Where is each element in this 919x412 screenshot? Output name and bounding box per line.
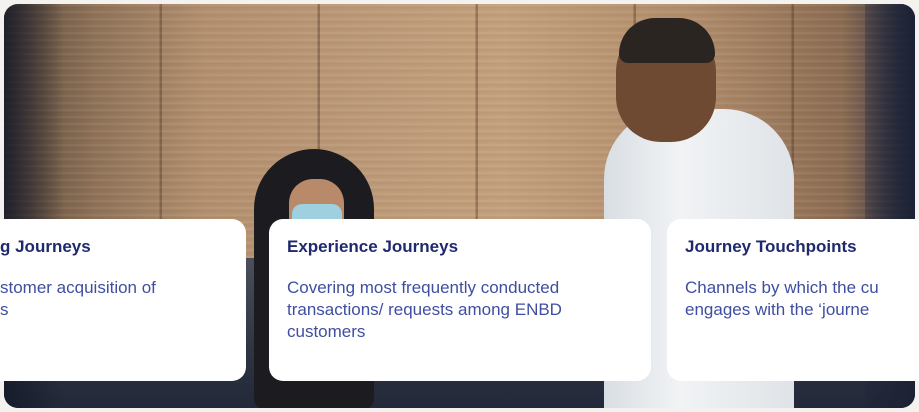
journey-card-experience[interactable]: Experience Journeys Covering most freque… [269, 219, 651, 381]
card-description: Channels by which the cu engages with th… [685, 278, 879, 319]
card-title: g Journeys [0, 237, 91, 256]
screenshot-frame: g Journeys stomer acquisition of s Exper… [0, 0, 919, 412]
journey-card-acquisition[interactable]: g Journeys stomer acquisition of s [0, 219, 246, 381]
card-title: Journey Touchpoints [685, 237, 857, 256]
card-description: Covering most frequently conducted trans… [287, 278, 562, 341]
card-title: Experience Journeys [287, 237, 459, 256]
journey-card-touchpoints[interactable]: Journey Touchpoints Channels by which th… [667, 219, 919, 381]
customer-hair [619, 18, 715, 63]
card-description: stomer acquisition of s [0, 278, 156, 319]
